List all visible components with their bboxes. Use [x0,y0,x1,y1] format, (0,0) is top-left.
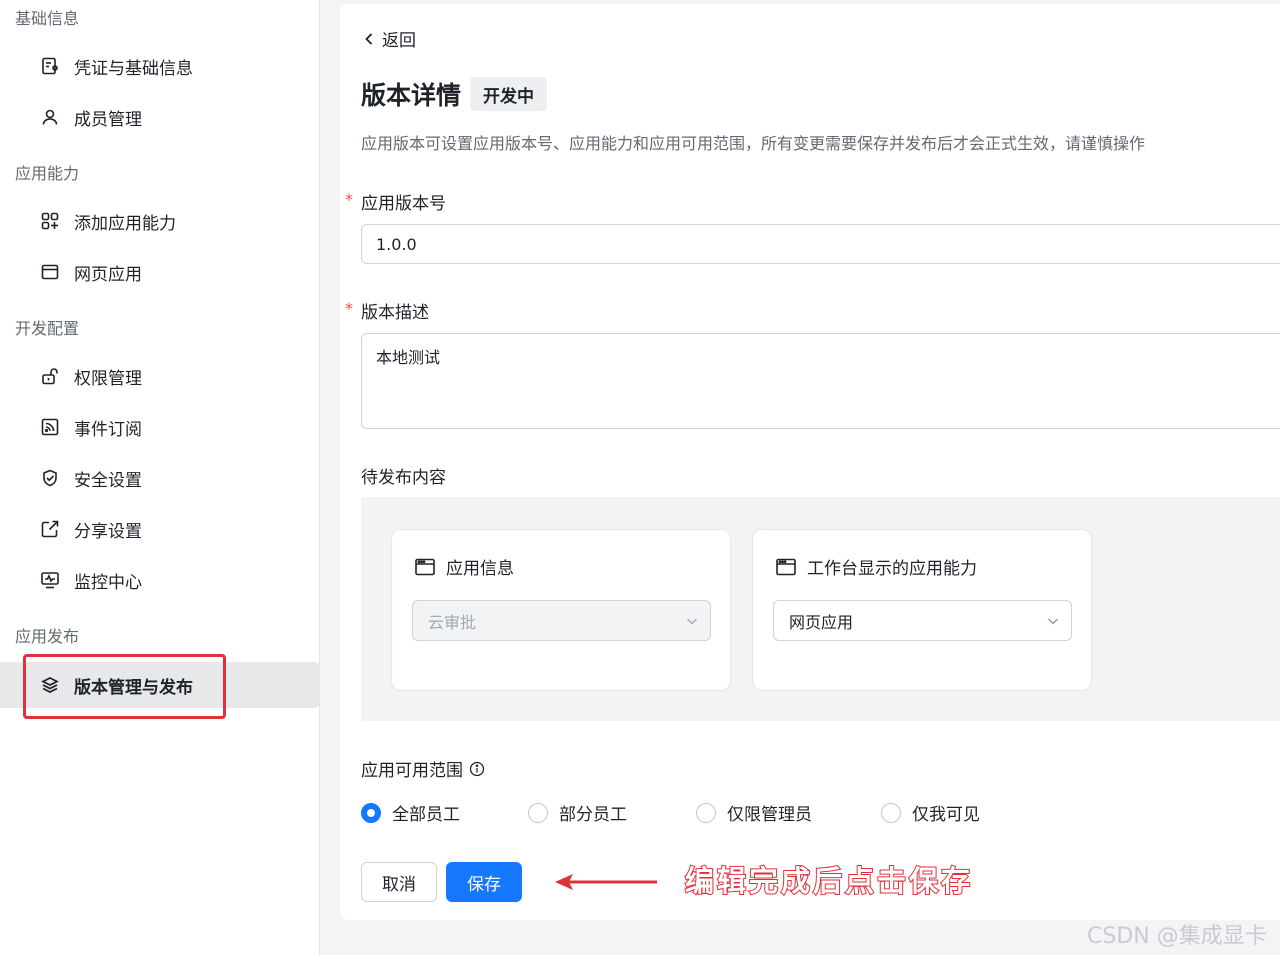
back-label: 返回 [382,31,416,51]
sidebar-item-web-app[interactable]: 网页应用 [0,249,320,295]
sidebar-item-events[interactable]: 事件订阅 [0,404,320,450]
pending-content-label: 待发布内容 [361,468,446,488]
radio-dot [528,802,548,823]
browser-window-icon [40,262,60,282]
sidebar-item-permissions[interactable]: 权限管理 [0,353,320,399]
sidebar-item-label: 网页应用 [74,264,142,285]
sidebar-item-label: 事件订阅 [74,419,142,440]
sidebar-item-members[interactable]: 成员管理 [0,94,320,140]
radio-dot [361,802,381,823]
back-link[interactable]: 返回 [362,26,416,51]
chevron-left-icon [365,32,373,45]
sidebar-item-credentials[interactable]: 凭证与基础信息 [0,43,320,89]
rss-icon [40,417,60,437]
version-description-textarea[interactable]: 本地测试 [361,333,1280,429]
credential-icon [40,56,60,76]
app-info-title: 应用信息 [446,559,514,579]
browser-window-icon [415,558,435,575]
version-number-value: 1.0.0 [376,235,417,254]
version-description-label: 版本描述 [361,303,429,323]
monitor-icon [40,570,60,590]
sidebar-item-security[interactable]: 安全设置 [0,455,320,501]
info-circle-icon[interactable] [469,761,485,777]
workbench-capability-card: 工作台显示的应用能力 网页应用 [752,529,1092,691]
radio-label: 仅限管理员 [727,805,812,825]
app-info-select[interactable]: 云审批 [412,600,711,641]
radio-some-employees[interactable]: 部分员工 [528,800,627,825]
radio-only-me[interactable]: 仅我可见 [881,800,980,825]
version-number-input[interactable]: 1.0.0 [361,224,1280,264]
status-badge: 开发中 [470,77,547,111]
lock-icon [40,366,60,386]
radio-dot [696,802,716,823]
radio-all-employees[interactable]: 全部员工 [361,800,460,825]
sidebar-item-label: 安全设置 [74,470,142,491]
sidebar-item-label: 监控中心 [74,572,142,593]
save-button[interactable]: 保存 [446,862,522,902]
annotation-text: 编辑完成后点击保存 [684,863,974,899]
sidebar-item-monitor[interactable]: 监控中心 [0,557,320,603]
group-title-basic: 基础信息 [15,9,80,28]
browser-window-icon [776,558,796,575]
sidebar: 基础信息 凭证与基础信息 成员管理 应用能力 添加应用能力 网页应用 开发配置 … [0,0,320,955]
sidebar-item-label: 添加应用能力 [74,213,176,234]
sidebar-item-label: 版本管理与发布 [74,677,193,698]
page-description: 应用版本可设置应用版本号、应用能力和应用可用范围，所有变更需要保存并发布后才会正… [361,134,1146,153]
sidebar-item-add-capability[interactable]: 添加应用能力 [0,198,320,244]
group-title-publish: 应用发布 [15,627,80,646]
page-title: 版本详情 [361,81,462,110]
scope-label: 应用可用范围 [361,761,463,781]
user-icon [40,107,60,127]
layers-icon [40,675,60,695]
version-description-value: 本地测试 [376,348,441,367]
share-icon [40,519,60,539]
chevron-down-icon [687,618,697,625]
radio-label: 部分员工 [559,805,627,825]
app-info-select-value: 云审批 [428,612,477,632]
watermark: CSDN @集成显卡 [1087,924,1267,949]
radio-label: 仅我可见 [912,805,980,825]
required-mark: * [345,190,353,209]
app-info-card: 应用信息 云审批 [391,529,731,691]
group-title-dev-config: 开发配置 [15,319,80,338]
shield-icon [40,468,60,488]
sidebar-item-share[interactable]: 分享设置 [0,506,320,552]
workbench-capability-select-value: 网页应用 [789,612,854,632]
chevron-down-icon [1048,618,1058,625]
radio-dot [881,802,901,823]
cancel-button[interactable]: 取消 [361,862,437,902]
sidebar-item-label: 成员管理 [74,109,142,130]
version-number-label: 应用版本号 [361,194,446,214]
required-mark: * [345,299,353,318]
sidebar-item-label: 凭证与基础信息 [74,58,193,79]
radio-admins-only[interactable]: 仅限管理员 [696,800,812,825]
add-app-icon [40,211,60,231]
workbench-capability-select[interactable]: 网页应用 [773,600,1072,641]
sidebar-item-version-publish[interactable]: 版本管理与发布 [0,662,320,708]
annotation-arrow-icon [555,874,657,890]
scope-label-row: 应用可用范围 [361,756,485,781]
sidebar-item-label: 权限管理 [74,368,142,389]
workbench-capability-title: 工作台显示的应用能力 [807,559,977,579]
sidebar-item-label: 分享设置 [74,521,142,542]
group-title-capability: 应用能力 [15,164,80,183]
radio-label: 全部员工 [392,805,460,825]
